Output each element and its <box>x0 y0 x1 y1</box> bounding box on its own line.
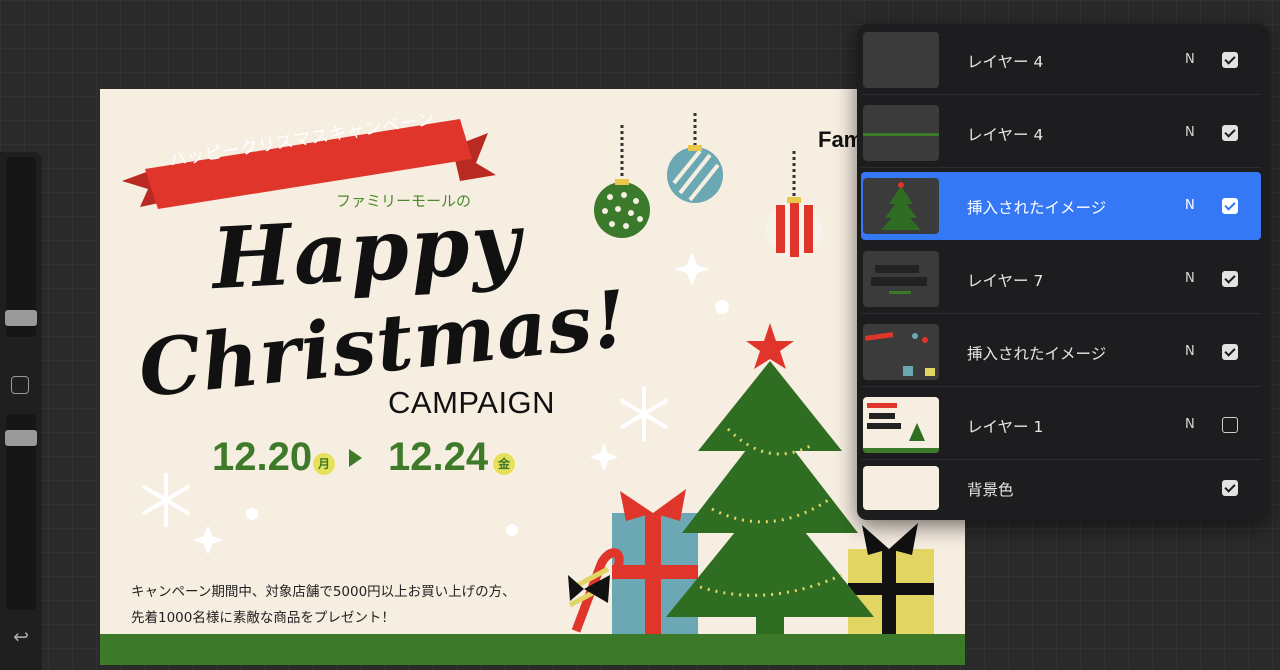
start-day-badge: 月 <box>313 453 335 475</box>
layer-name: 背景色 <box>967 481 1014 499</box>
layer-thumbnail <box>863 178 939 234</box>
brush-size-thumb[interactable] <box>5 310 37 326</box>
visibility-checkbox[interactable] <box>1222 125 1238 141</box>
visibility-checkbox[interactable] <box>1222 480 1238 496</box>
blend-mode-button[interactable]: N <box>1185 125 1195 140</box>
blend-mode-button[interactable]: N <box>1185 52 1195 67</box>
layer-name: レイヤー 7 <box>967 272 1044 290</box>
undo-arrow-icon[interactable]: ↩ <box>8 624 34 650</box>
christmas-tree <box>666 323 874 637</box>
campaign-text: CAMPAIGN <box>388 385 556 420</box>
ornament-red <box>766 197 822 257</box>
visibility-checkbox[interactable] <box>1222 198 1238 214</box>
blend-mode-button[interactable]: N <box>1185 271 1195 286</box>
blend-mode-button[interactable]: N <box>1185 344 1195 359</box>
gift-yellow <box>848 523 934 635</box>
layer-name: 挿入されたイメージ <box>967 199 1107 217</box>
description-line-2: 先着1000名様に素敵な商品をプレゼント！ <box>131 610 395 626</box>
start-date: 12.20 <box>212 435 313 479</box>
visibility-checkbox[interactable] <box>1222 52 1238 68</box>
end-date: 12.24 <box>388 435 489 479</box>
layer-name: 挿入されたイメージ <box>967 345 1107 363</box>
layer-thumbnail <box>863 324 939 380</box>
end-day-badge: 金 <box>493 453 515 475</box>
blend-mode-button[interactable]: N <box>1185 417 1195 432</box>
layer-thumbnail <box>863 397 939 453</box>
layer-row[interactable]: レイヤー 4 N <box>861 99 1261 168</box>
layer-row-background[interactable]: 背景色 <box>861 460 1261 516</box>
ornament-blue <box>667 145 723 203</box>
left-sidebar: ↩ <box>0 152 42 670</box>
grass-strip <box>100 634 965 665</box>
layer-name: レイヤー 1 <box>967 418 1044 436</box>
ornament-green <box>594 179 650 238</box>
layer-row[interactable]: レイヤー 4 N <box>861 26 1261 95</box>
layer-thumbnail <box>863 466 939 510</box>
visibility-checkbox[interactable] <box>1222 271 1238 287</box>
blend-mode-button[interactable]: N <box>1185 198 1195 213</box>
layer-thumbnail <box>863 251 939 307</box>
date-arrow-icon <box>349 449 362 467</box>
layer-name: レイヤー 4 <box>967 126 1044 144</box>
layer-row[interactable]: レイヤー 1 N <box>861 391 1261 460</box>
layers-panel: レイヤー 4 N レイヤー 4 N 挿入されたイメージ N レイヤー 7 N 挿… <box>857 24 1269 520</box>
layer-thumbnail <box>863 32 939 88</box>
modify-button[interactable] <box>11 376 29 394</box>
layer-thumbnail <box>863 105 939 161</box>
layer-row[interactable]: レイヤー 7 N <box>861 245 1261 314</box>
visibility-checkbox[interactable] <box>1222 417 1238 433</box>
layer-row-selected[interactable]: 挿入されたイメージ N <box>861 172 1261 240</box>
drawing-canvas[interactable]: ハッピークリスマスキャンペーン ファミリーモールの Happy Christma… <box>100 89 965 665</box>
layer-name: レイヤー 4 <box>967 53 1044 71</box>
description-line-1: キャンペーン期間中、対象店舗で5000円以上お買い上げの方、 <box>131 584 516 600</box>
visibility-checkbox[interactable] <box>1222 344 1238 360</box>
opacity-thumb[interactable] <box>5 430 37 446</box>
layer-row[interactable]: 挿入されたイメージ N <box>861 318 1261 387</box>
